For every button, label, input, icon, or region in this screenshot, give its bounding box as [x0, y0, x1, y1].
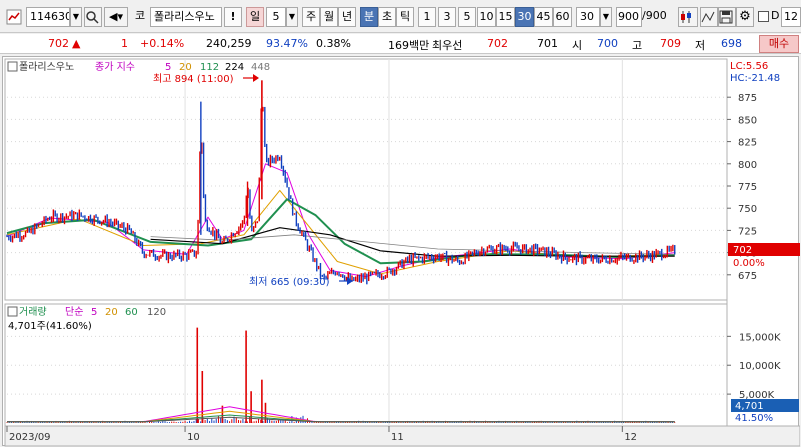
volume-ma-20: 20 [105, 307, 118, 318]
open-price: 700 [597, 37, 618, 50]
x-tick-label: 12 [624, 432, 637, 443]
last-price-tag-text: 702 [733, 245, 752, 256]
gear-icon[interactable]: ⚙ [736, 7, 754, 27]
alert-button[interactable]: ! [224, 7, 242, 27]
price-change-pct: +0.14% [140, 37, 185, 50]
last-volume-tag-text: 4,701 [735, 401, 764, 412]
low-price: 698 [721, 37, 742, 50]
x-tick-label: 2023/09 [9, 432, 51, 443]
volume-tick-label: 10,000K [739, 361, 781, 372]
interval-30-button[interactable]: 30 [515, 7, 534, 27]
volume-last-readout: 4,701주(41.60%) [8, 321, 92, 332]
line-tool-icon[interactable] [700, 7, 718, 27]
high-annotation: 최고 894 (11:00) [153, 73, 234, 85]
d-checkbox-label: D [771, 9, 780, 22]
up-arrow-icon: ▲ [72, 37, 81, 50]
volume-tick-label: 15,000K [739, 332, 781, 343]
price-tick-label: 750 [738, 204, 757, 215]
period-month-button[interactable]: 월 [320, 7, 338, 27]
price-panel-title: 폴라리스우노 [19, 61, 74, 73]
ma-legend-20: 20 [179, 62, 192, 73]
stock-code-input[interactable]: 114630 [26, 7, 70, 27]
last-volume-pct: 41.50% [735, 413, 773, 424]
ma-legend-5: 5 [165, 62, 171, 73]
best-bid: 701 [537, 37, 558, 50]
price-panel-toggle-icon[interactable] [7, 61, 18, 72]
ma-legend-112: 112 [200, 62, 219, 73]
save-icon[interactable] [718, 7, 736, 27]
volume-ma-60: 60 [125, 307, 138, 318]
period-value-input[interactable]: 5 [266, 7, 286, 27]
period-dropdown-icon[interactable]: ▼ [286, 7, 298, 27]
low-annotation: 최저 665 (09:30) [249, 276, 330, 288]
x-tick-label: 10 [187, 432, 200, 443]
search-icon[interactable] [84, 7, 102, 27]
interval-10-button[interactable]: 10 [477, 7, 496, 27]
price-change: 1 [121, 37, 128, 50]
d-checkbox[interactable] [758, 11, 769, 22]
toolbar: 114630 ▼ ◀▾ 코 폴라리스우노 ! 일 5 ▼ 주 월 년 분 초 틱… [0, 0, 801, 33]
price-tick-label: 825 [738, 138, 757, 149]
price-tick-label: 775 [738, 182, 757, 193]
candle-icon[interactable] [678, 7, 698, 27]
high-label: 고 [632, 39, 643, 52]
interval-dropdown-icon[interactable]: ▼ [600, 7, 612, 27]
chart-svg[interactable]: 6757007257507758008258508755,000K10,000K… [3, 57, 800, 447]
interval-3-button[interactable]: 3 [438, 7, 456, 27]
period-year-button[interactable]: 년 [338, 7, 356, 27]
interval-value-input[interactable]: 30 [576, 7, 600, 27]
period-day-button[interactable]: 일 [246, 7, 264, 27]
stock-name-field[interactable]: 폴라리스우노 [150, 7, 222, 27]
period-minute-button[interactable]: 분 [360, 7, 378, 27]
period-week-button[interactable]: 주 [302, 7, 320, 27]
quote-bar: 702 ▲ 1 +0.14% 240,259 93.47% 0.38% 169백… [0, 34, 801, 54]
current-price: 702 [48, 37, 69, 50]
best-quote-label: 최우선 [432, 39, 463, 52]
volume-value: 240,259 [206, 37, 252, 50]
bar-count-total: /900 [642, 9, 667, 22]
bar-count-input[interactable]: 900 [616, 7, 642, 27]
interval-15-button[interactable]: 15 [496, 7, 515, 27]
trade-amount: 169백만 [388, 39, 430, 52]
volume-ma-120: 120 [147, 307, 166, 318]
period-tick-button[interactable]: 틱 [396, 7, 414, 27]
chart-area[interactable]: 6757007257507758008258508755,000K10,000K… [2, 56, 800, 447]
ma-legend-224: 224 [225, 62, 244, 73]
sound-icon[interactable]: ◀▾ [104, 7, 128, 27]
volume-panel-toggle-icon[interactable] [7, 306, 18, 317]
interval-5-button[interactable]: 5 [458, 7, 476, 27]
best-ask: 702 [487, 37, 508, 50]
open-label: 시 [572, 39, 583, 52]
x-tick-label: 11 [391, 432, 404, 443]
period-second-button[interactable]: 초 [378, 7, 396, 27]
high-price: 709 [660, 37, 681, 50]
interval-45-button[interactable]: 45 [534, 7, 553, 27]
code-dropdown-icon[interactable]: ▼ [70, 7, 82, 27]
price-panel[interactable] [4, 58, 728, 301]
price-tick-label: 725 [738, 226, 757, 237]
lc-readout: LC:5.56 [730, 61, 768, 72]
ma-legend-448: 448 [251, 62, 270, 73]
volume-ma-label: 단순 [65, 306, 83, 318]
low-label: 저 [695, 39, 706, 52]
volume-ratio: 93.47% [266, 37, 308, 50]
volume-panel[interactable] [4, 303, 728, 427]
hc-readout: HC:-21.48 [730, 73, 780, 84]
d-value-input[interactable]: 12 [781, 7, 801, 27]
buy-button[interactable]: 매수 [759, 35, 799, 53]
volume-panel-title: 거래량 [19, 306, 47, 318]
turnover-ratio: 0.38% [316, 37, 351, 50]
interval-60-button[interactable]: 60 [553, 7, 572, 27]
chart-settings-icon[interactable] [6, 9, 22, 25]
price-tick-label: 675 [738, 271, 757, 282]
price-tick-label: 850 [738, 115, 757, 126]
ma-legend-label: 종가 지수 [95, 61, 135, 73]
price-tick-label: 875 [738, 93, 757, 104]
market-type-label: 코 [134, 9, 146, 22]
volume-ma-5: 5 [91, 307, 97, 318]
price-tick-label: 800 [738, 160, 757, 171]
last-price-pct: 0.00% [733, 258, 765, 269]
interval-1-button[interactable]: 1 [418, 7, 436, 27]
